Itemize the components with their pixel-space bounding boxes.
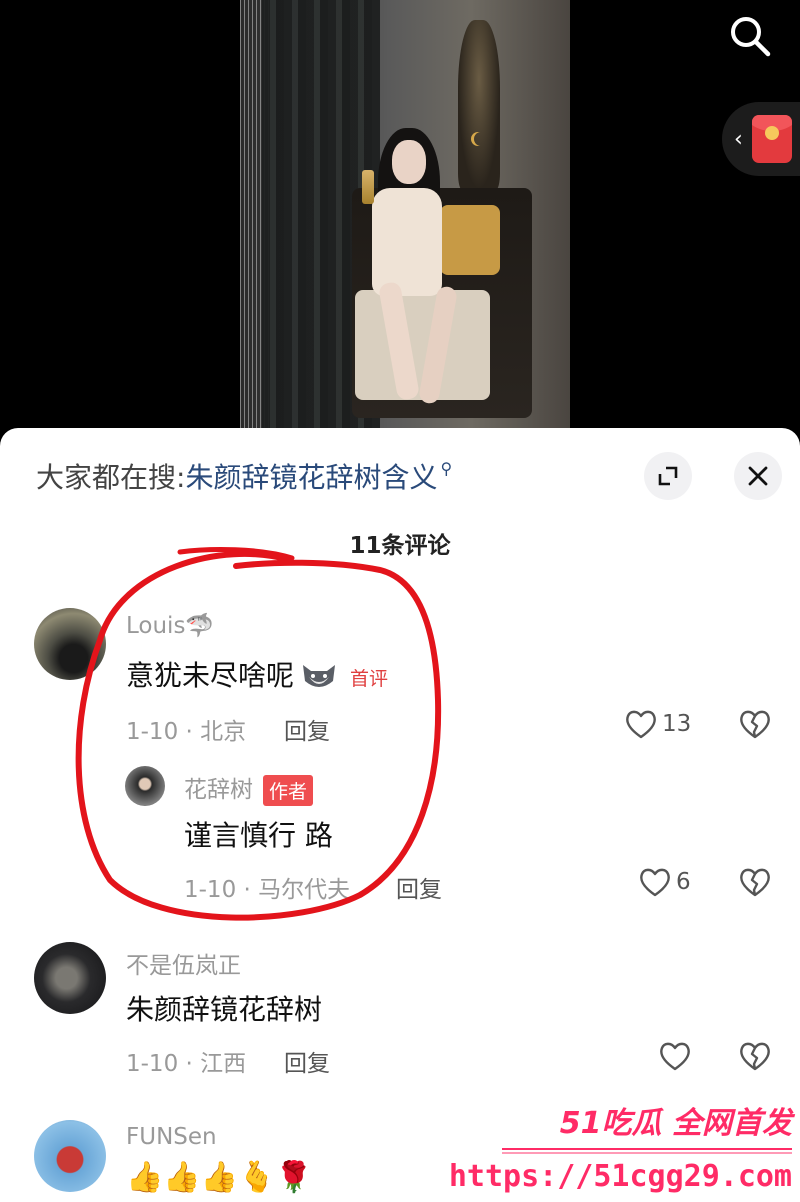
reply-button[interactable]: 回复 [284, 712, 330, 746]
close-icon [748, 466, 768, 486]
reply-text: 谨言慎行 路 [184, 819, 333, 852]
red-envelope-icon [752, 115, 792, 163]
like-button[interactable]: 13 [624, 708, 691, 740]
comment-meta: 1-10 · 北京 [126, 719, 247, 745]
reply-button[interactable]: 回复 [396, 870, 442, 904]
heart-icon [660, 1042, 690, 1071]
video-player[interactable]: ‹ [0, 0, 800, 440]
broken-heart-icon [740, 710, 770, 739]
search-button[interactable] [722, 8, 778, 64]
like-button[interactable] [658, 1040, 696, 1072]
reply-username[interactable]: 花辞树 [184, 777, 253, 803]
watermark-url: https://51cgg29.com [448, 1159, 792, 1194]
expand-button[interactable] [644, 452, 692, 500]
dislike-button[interactable] [738, 866, 772, 902]
comment-username[interactable]: FUNSen [126, 1124, 217, 1150]
comment-text: 朱颜辞镜花辞树 [126, 993, 323, 1026]
avatar[interactable] [34, 608, 106, 680]
like-button[interactable]: 6 [638, 866, 691, 898]
broken-heart-icon [740, 1042, 770, 1071]
dislike-button[interactable] [738, 708, 772, 744]
expand-icon [658, 466, 678, 486]
chevron-left-icon: ‹ [734, 126, 743, 152]
comment-meta: 1-10 · 江西 [126, 1051, 247, 1077]
comment-count: 11条评论 [349, 533, 451, 559]
broken-heart-icon [740, 868, 770, 897]
search-icon [731, 17, 771, 57]
lamp [458, 20, 500, 190]
comment-username[interactable]: Louis🦈 [126, 612, 214, 639]
avatar[interactable] [34, 1120, 106, 1192]
like-count: 13 [662, 711, 692, 737]
red-envelope-button[interactable]: ‹ [722, 102, 800, 176]
heart-icon [640, 868, 670, 897]
comment-sheet: 大家都在搜: 朱颜辞镜花辞树含义 ⚲ 11条评论 Louis🦈 意犹未尽啥呢 首… [0, 428, 800, 1202]
comment-emoji-text: 👍👍👍🫰🌹 [126, 1160, 313, 1195]
trending-search-term[interactable]: 朱颜辞镜花辞树含义 [185, 456, 437, 496]
comment-text: 意犹未尽啥呢 首评 [126, 659, 389, 692]
reply-button[interactable]: 回复 [284, 1044, 330, 1078]
avatar[interactable] [125, 766, 165, 806]
watermark: 51吃瓜 全网首发 https://51cgg29.com [449, 1098, 798, 1200]
wolf-emoji-icon [303, 665, 336, 687]
dislike-button[interactable] [738, 1040, 772, 1076]
author-badge: 作者 [263, 775, 314, 806]
trending-search-prefix: 大家都在搜: [36, 461, 186, 494]
heart-icon [626, 710, 656, 739]
search-icon: ⚲ [440, 458, 453, 478]
close-button[interactable] [734, 452, 782, 500]
trending-search[interactable]: 大家都在搜: 朱颜辞镜花辞树含义 ⚲ [36, 456, 452, 496]
reply-meta: 1-10 · 马尔代夫 [184, 877, 351, 903]
avatar[interactable] [34, 942, 106, 1014]
watermark-brand: 51吃瓜 全网首发 [559, 1106, 792, 1141]
like-count: 6 [676, 869, 691, 895]
first-comment-badge: 首评 [350, 667, 389, 690]
comment-username[interactable]: 不是伍岚正 [126, 946, 241, 980]
reply-username-row: 花辞树 作者 [184, 770, 314, 806]
